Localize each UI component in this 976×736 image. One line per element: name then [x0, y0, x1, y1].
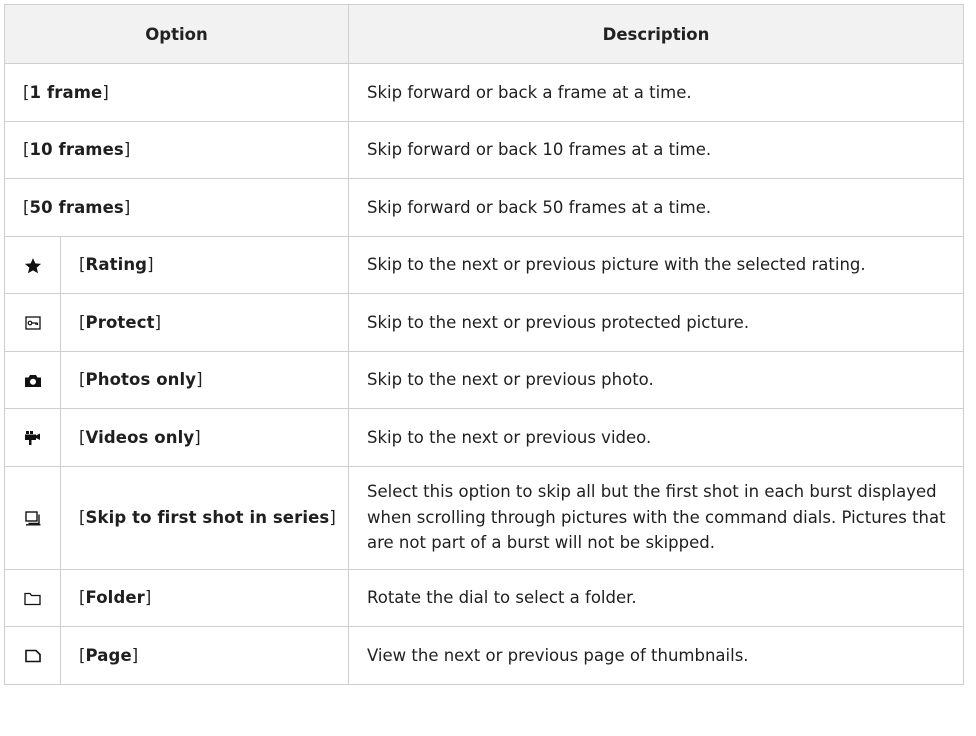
option-label: [Skip to first shot in series]: [79, 508, 336, 527]
option-label: [1 frame]: [23, 82, 109, 102]
option-label: [Folder]: [79, 588, 152, 608]
description-cell: View the next or previous page of thumbn…: [348, 626, 964, 685]
table-row: [50 frames] Skip forward or back 50 fram…: [4, 178, 964, 237]
table-row: [Page] View the next or previous page of…: [4, 626, 964, 685]
option-label: [Photos only]: [79, 370, 203, 390]
option-label: [Videos only]: [79, 427, 201, 447]
icon-cell: [4, 293, 61, 352]
description-cell: Rotate the dial to select a folder.: [348, 568, 964, 627]
table-row: [Rating] Skip to the next or previous pi…: [4, 235, 964, 294]
option-label: [Page]: [79, 645, 139, 665]
description-cell: Skip to the next or previous protected p…: [348, 293, 964, 352]
icon-cell: [4, 350, 61, 409]
folder-icon: [24, 592, 41, 605]
description-cell: Skip forward or back 50 frames at a time…: [348, 178, 964, 237]
option-cell: [Videos only]: [60, 408, 349, 467]
protect-key-icon: [24, 316, 41, 330]
icon-cell: [4, 626, 61, 685]
option-cell: [1 frame]: [4, 63, 349, 122]
description-cell: Skip to the next or previous photo.: [348, 350, 964, 409]
description-cell: Select this option to skip all but the f…: [348, 465, 964, 570]
description-cell: Skip to the next or previous video.: [348, 408, 964, 467]
option-label: [50 frames]: [23, 197, 131, 217]
table-row: [Photos only] Skip to the next or previo…: [4, 350, 964, 409]
camera-icon: [24, 375, 41, 388]
icon-cell: [4, 408, 61, 467]
option-cell: [Photos only]: [60, 350, 349, 409]
option-cell: [Page]: [60, 626, 349, 685]
option-cell: [Rating]: [60, 235, 349, 294]
movie-camera-icon: [24, 431, 40, 445]
table-header-row: Option Description: [4, 4, 964, 64]
burst-series-icon: [24, 511, 40, 526]
option-cell: [Folder]: [60, 568, 349, 627]
option-cell: [50 frames]: [4, 178, 349, 237]
table-row: [Folder] Rotate the dial to select a fol…: [4, 568, 964, 627]
icon-cell: [4, 235, 61, 294]
icon-cell: [4, 568, 61, 627]
star-icon: [24, 257, 41, 273]
option-label: [10 frames]: [23, 140, 131, 160]
table-row: [Videos only] Skip to the next or previo…: [4, 408, 964, 467]
option-label: [Rating]: [79, 255, 154, 275]
description-cell: Skip to the next or previous picture wit…: [348, 235, 964, 294]
option-label: [Protect]: [79, 312, 162, 332]
option-cell: [10 frames]: [4, 120, 349, 179]
header-description: Description: [348, 4, 964, 64]
option-cell: [Protect]: [60, 293, 349, 352]
description-cell: Skip forward or back 10 frames at a time…: [348, 120, 964, 179]
table-row: [Protect] Skip to the next or previous p…: [4, 293, 964, 352]
table-row: [1 frame] Skip forward or back a frame a…: [4, 63, 964, 122]
options-table: Option Description [1 frame] Skip forwar…: [4, 4, 964, 685]
table-row: [Skip to first shot in series] Select th…: [4, 465, 964, 570]
option-cell: [Skip to first shot in series]: [60, 465, 349, 570]
description-cell: Skip forward or back a frame at a time.: [348, 63, 964, 122]
table-row: [10 frames] Skip forward or back 10 fram…: [4, 120, 964, 179]
header-option: Option: [4, 4, 349, 64]
icon-cell: [4, 465, 61, 570]
page-icon: [24, 649, 41, 663]
